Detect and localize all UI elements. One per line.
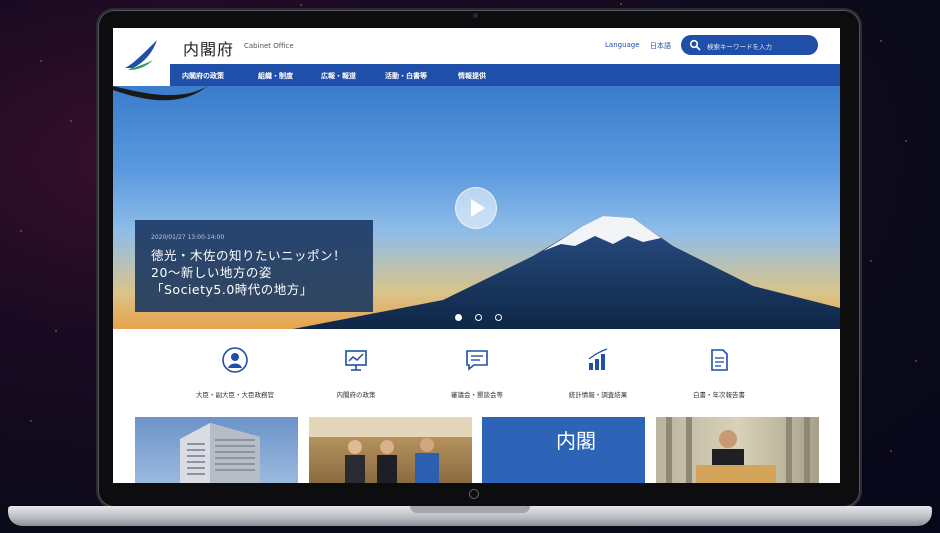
quick-link-label: 大臣・副大臣・大臣政務官 (196, 391, 274, 399)
document-icon (711, 349, 728, 371)
bar-chart-icon (588, 348, 608, 370)
quick-link-ministers[interactable]: 大臣・副大臣・大臣政務官 (165, 347, 305, 399)
hero-title-line-2: 20～新しい地方の姿 (151, 265, 272, 280)
site-title-en: Cabinet Office (244, 42, 294, 50)
nav-item-policies[interactable]: 内閣府の政策 (182, 71, 224, 81)
thumbnail-cabinet-office[interactable]: 内閣 (482, 417, 645, 483)
speaker-image (666, 417, 810, 483)
quick-link-councils[interactable]: 審議会・懇談会等 (407, 347, 547, 399)
carousel-dot-2[interactable] (475, 314, 483, 321)
language-current[interactable]: 日本語 (650, 41, 671, 51)
laptop-notch (410, 506, 530, 513)
hero-title-line-1: 徳光・木佐の知りたいニッポン！ (151, 248, 347, 263)
global-nav: 内閣府の政策 組織・制度 広報・報道 活動・白書等 情報提供 (170, 64, 840, 86)
quick-link-white-papers[interactable]: 白書・年次報告書 (649, 347, 789, 399)
quick-link-label: 白書・年次報告書 (693, 391, 745, 399)
site-header: 内閣府 Cabinet Office Language 日本語 検索キーワードを… (113, 28, 840, 64)
search-icon (689, 39, 701, 51)
carousel-dot-1[interactable] (455, 314, 462, 321)
hero-caption-card[interactable]: 2020/01/27 13:00-14:00 徳光・木佐の知りたいニッポン！ 2… (135, 220, 373, 312)
quick-link-label: 統計情報・調査結果 (568, 391, 628, 399)
carousel-dots (455, 306, 510, 325)
laptop-screen: 内閣府 Cabinet Office Language 日本語 検索キーワードを… (113, 28, 840, 483)
nav-item-activities[interactable]: 活動・白書等 (385, 71, 427, 81)
quick-link-statistics[interactable]: 統計情報・調査結果 (528, 347, 668, 399)
nav-item-organization[interactable]: 組織・制度 (258, 71, 293, 81)
language-link[interactable]: Language (605, 41, 640, 49)
search-placeholder: 検索キーワードを入力 (707, 43, 772, 51)
quick-link-label: 審議会・懇談会等 (451, 391, 503, 399)
site-title[interactable]: 内閣府 (183, 36, 234, 60)
hero-date: 2020/01/27 13:00-14:00 (151, 234, 225, 241)
nav-item-information[interactable]: 情報提供 (458, 71, 486, 81)
quick-link-label: 内閣府の政策 (336, 391, 376, 399)
hero-carousel[interactable]: 2020/01/27 13:00-14:00 徳光・木佐の知りたいニッポン！ 2… (113, 86, 840, 329)
hero-title-line-3: 「Society5.0時代の地方」 (151, 282, 313, 297)
hero-title: 徳光・木佐の知りたいニッポン！ 20～新しい地方の姿 「Society5.0時代… (151, 247, 346, 298)
thumbnail-people[interactable] (309, 417, 472, 483)
feature-thumbnails: 内閣 (113, 417, 840, 483)
webcam (473, 13, 478, 18)
building-image (180, 423, 260, 483)
thumbnail-speaker[interactable] (656, 417, 819, 483)
quick-link-policies[interactable]: 内閣府の政策 (286, 347, 426, 399)
person-icon (222, 347, 248, 373)
thumbnail-kanji: 内閣 (556, 429, 596, 453)
nav-item-pr[interactable]: 広報・報道 (321, 71, 356, 81)
laptop-logo (469, 489, 479, 499)
play-video-button[interactable] (455, 187, 497, 229)
site-logo[interactable] (113, 28, 170, 86)
quick-links: 大臣・副大臣・大臣政務官 内閣府の政策 審議会・懇談会等 統計情報・調査結果 白… (113, 329, 840, 417)
play-icon (471, 199, 485, 217)
chat-icon (466, 350, 488, 371)
thumbnail-building[interactable] (135, 417, 298, 483)
cabinet-office-logo-icon (125, 40, 157, 70)
people-image (309, 417, 472, 483)
presentation-icon (345, 350, 367, 371)
carousel-dot-3[interactable] (495, 314, 503, 321)
search-input[interactable]: 検索キーワードを入力 (681, 35, 818, 55)
